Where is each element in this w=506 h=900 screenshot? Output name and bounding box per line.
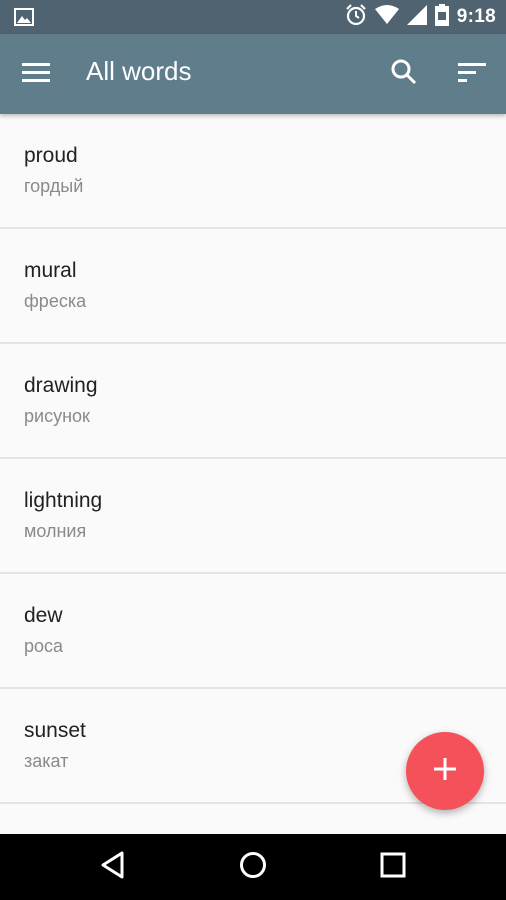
word-text: sunset bbox=[24, 719, 86, 742]
list-item[interactable]: proud гордый bbox=[0, 114, 506, 229]
word-text: drawing bbox=[24, 374, 98, 397]
add-icon bbox=[434, 757, 456, 785]
back-button[interactable] bbox=[93, 847, 133, 887]
sort-button[interactable] bbox=[452, 54, 492, 94]
translation-text: рисунок bbox=[24, 406, 90, 426]
add-word-button[interactable] bbox=[406, 732, 484, 810]
list-item[interactable]: drawing рисунок bbox=[0, 344, 506, 459]
menu-icon bbox=[22, 61, 50, 88]
image-icon bbox=[14, 8, 34, 26]
list-item[interactable]: dew роса bbox=[0, 574, 506, 689]
list-item[interactable]: lightning молния bbox=[0, 459, 506, 574]
battery-icon bbox=[434, 3, 449, 31]
alarm-icon bbox=[345, 3, 367, 31]
word-text: proud bbox=[24, 144, 78, 167]
sort-icon bbox=[458, 61, 486, 88]
page-title: All words bbox=[86, 56, 192, 86]
status-bar: 9:18 bbox=[0, 0, 506, 34]
translation-text: роса bbox=[24, 636, 64, 656]
recents-icon bbox=[380, 852, 406, 883]
app-bar: All words bbox=[0, 34, 506, 114]
sim-icon bbox=[406, 4, 427, 30]
translation-text: фреска bbox=[24, 291, 87, 311]
translation-text: гордый bbox=[24, 176, 84, 196]
word-list: proud гордый mural фреска drawing рисуно… bbox=[0, 114, 506, 834]
home-button[interactable] bbox=[233, 847, 273, 887]
menu-button[interactable] bbox=[16, 54, 56, 94]
recents-button[interactable] bbox=[373, 847, 413, 887]
list-item[interactable]: mural фреска bbox=[0, 229, 506, 344]
system-nav-bar bbox=[0, 834, 506, 900]
word-text: lightning bbox=[24, 489, 103, 512]
translation-text: закат bbox=[24, 751, 69, 771]
translation-text: молния bbox=[24, 521, 87, 541]
wifi-icon bbox=[374, 4, 399, 30]
word-text: dew bbox=[24, 604, 63, 627]
search-icon bbox=[391, 59, 417, 90]
home-icon bbox=[239, 851, 267, 884]
back-icon bbox=[100, 851, 126, 884]
search-button[interactable] bbox=[384, 54, 424, 94]
word-text: mural bbox=[24, 259, 77, 282]
status-time: 9:18 bbox=[456, 6, 496, 27]
